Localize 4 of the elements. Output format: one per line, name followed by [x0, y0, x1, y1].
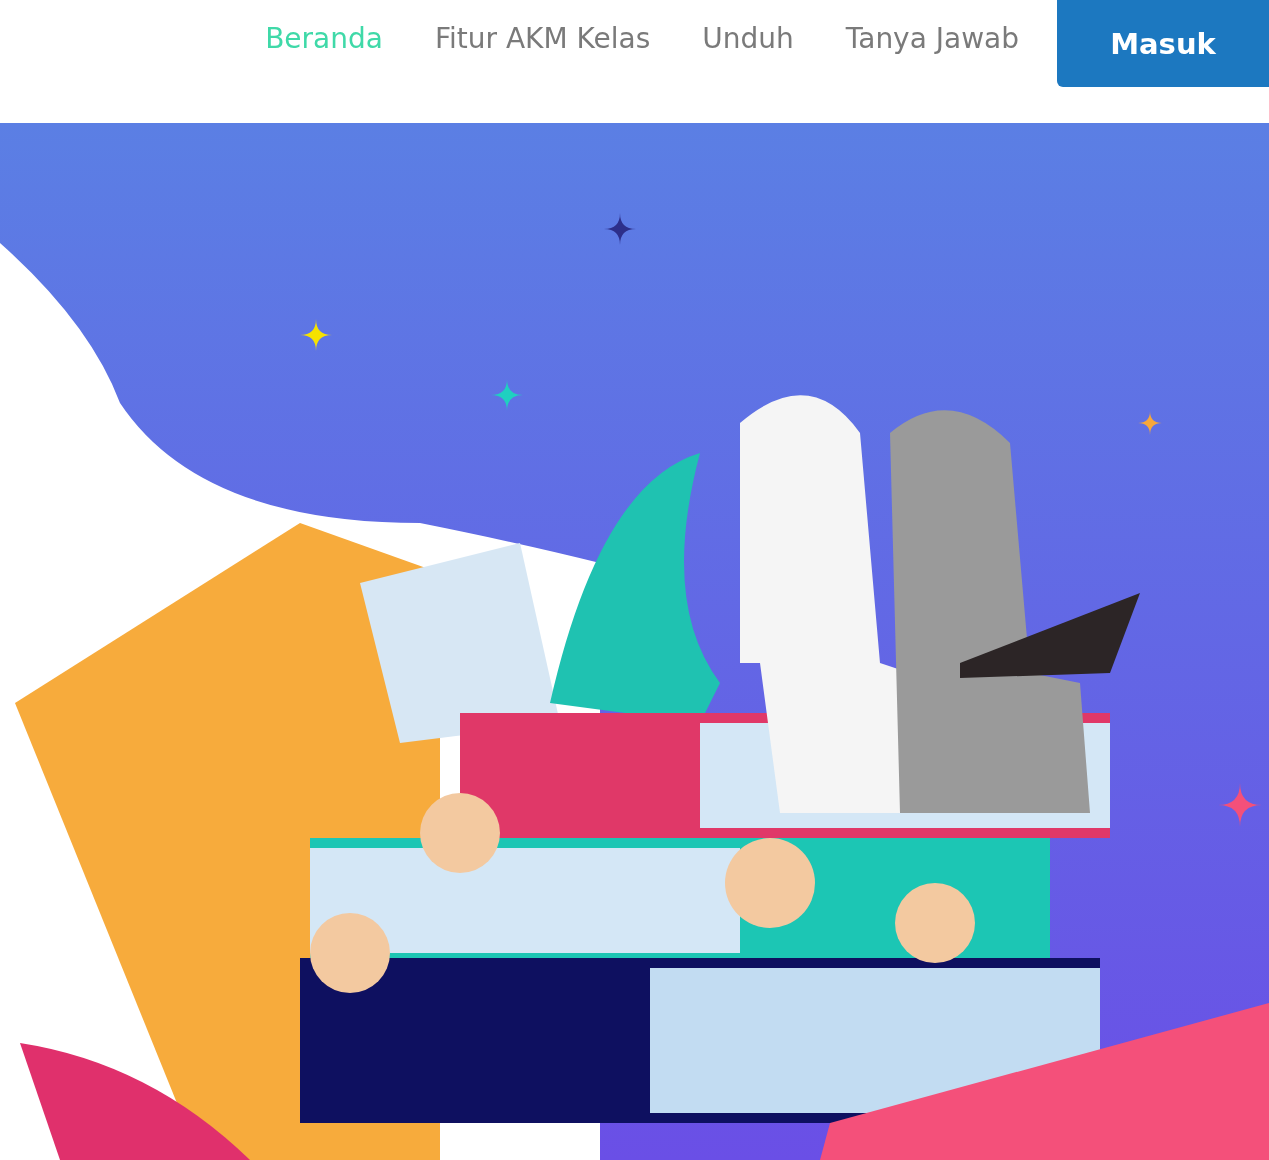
nav-link[interactable]: Unduh — [702, 21, 794, 55]
login-button[interactable]: Masuk — [1057, 0, 1269, 87]
nav-link[interactable]: Fitur AKM Kelas — [434, 21, 651, 55]
nav-link[interactable]: Tanya Jawab — [845, 21, 1019, 55]
